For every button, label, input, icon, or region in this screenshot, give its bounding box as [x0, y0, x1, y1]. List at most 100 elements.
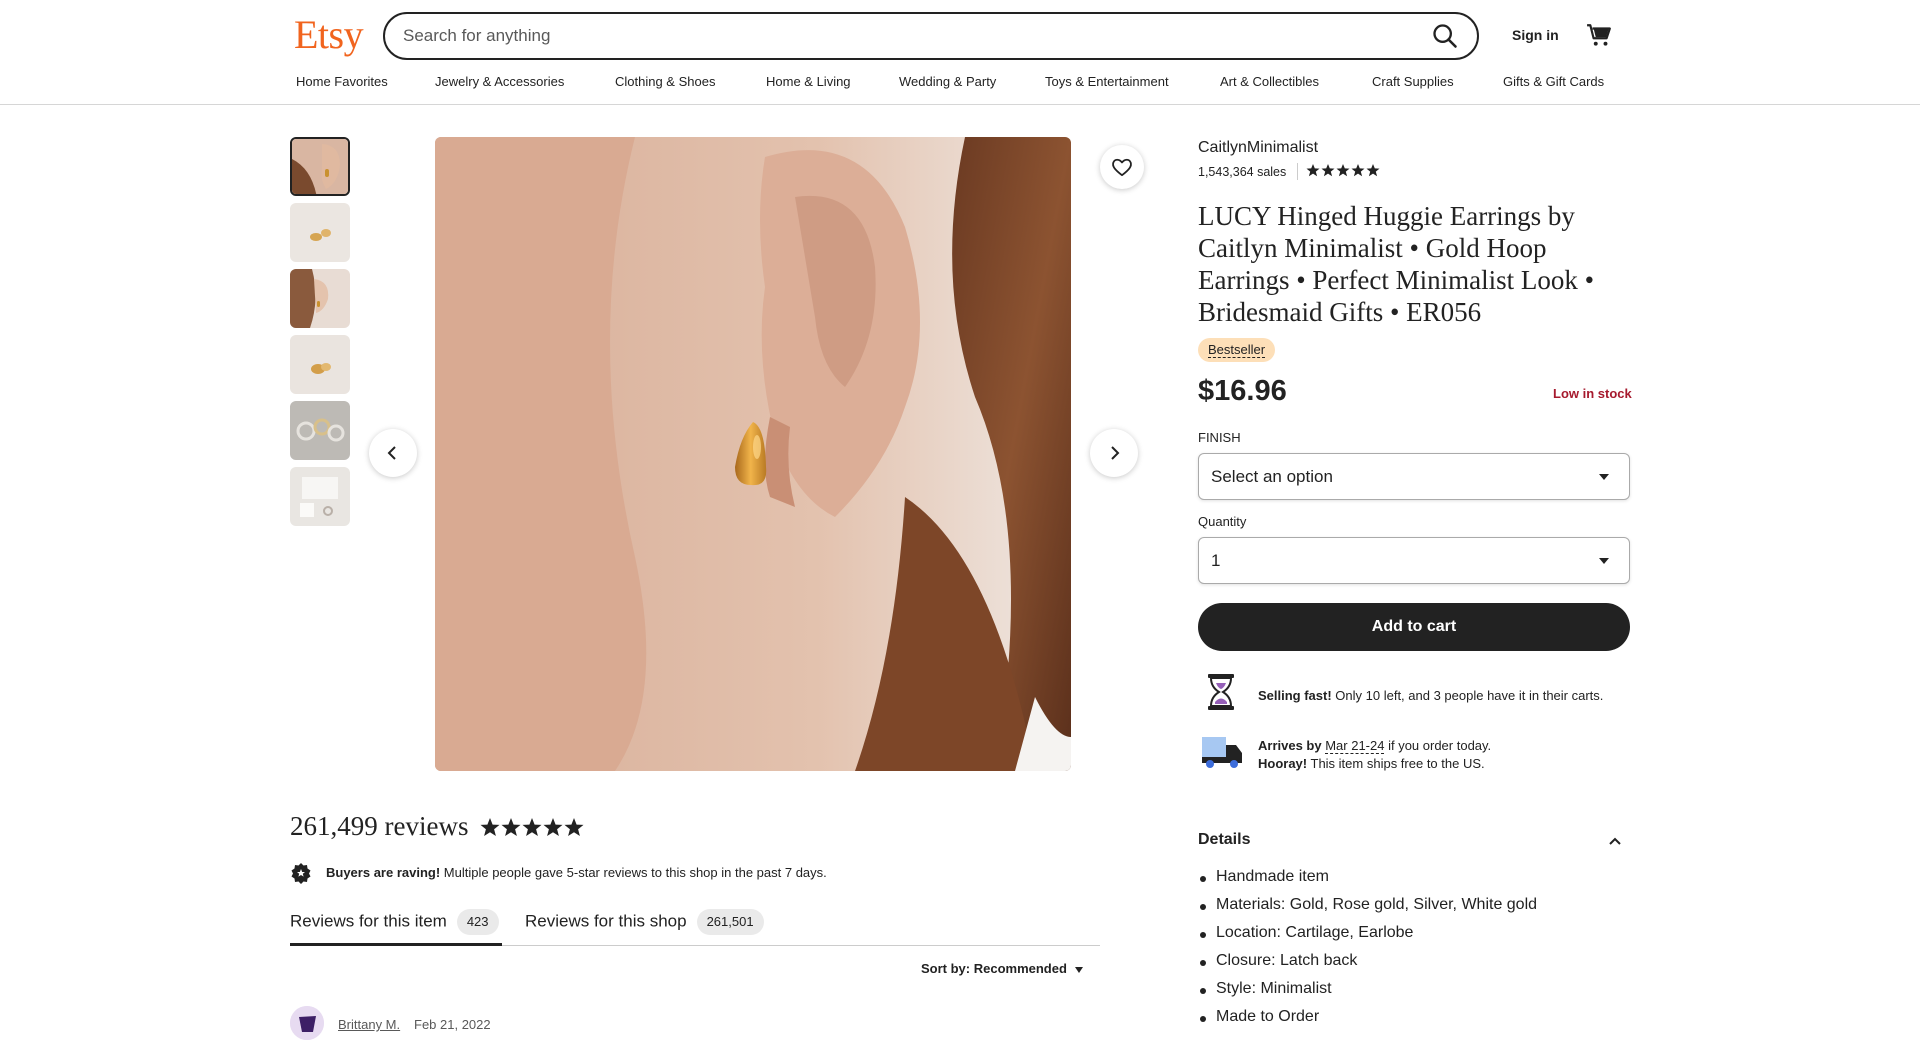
- reviewer-name-link[interactable]: Brittany M.: [338, 1017, 400, 1032]
- stock-status: Low in stock: [1553, 386, 1632, 401]
- nav-clothing-shoes[interactable]: Clothing & Shoes: [615, 74, 715, 89]
- selling-fast-text: Only 10 left, and 3 people have it in th…: [1331, 688, 1604, 703]
- raving-text: Multiple people gave 5-star reviews to t…: [440, 865, 827, 880]
- nav-craft-supplies[interactable]: Craft Supplies: [1372, 74, 1454, 89]
- delivery-truck-icon: [1202, 737, 1242, 768]
- hooray-text: This item ships free to the US.: [1307, 756, 1485, 771]
- quantity-label: Quantity: [1198, 514, 1247, 529]
- raving-badge-icon: [291, 863, 311, 884]
- detail-text: Style: Minimalist: [1216, 980, 1332, 997]
- caret-down-icon: [1074, 966, 1083, 973]
- tab-count-badge: 423: [456, 909, 499, 935]
- next-image-button[interactable]: [1090, 429, 1138, 477]
- chevron-up-icon: [1609, 837, 1621, 845]
- details-heading: Details: [1198, 831, 1251, 848]
- chevron-right-icon: [1111, 446, 1120, 460]
- arrival-date[interactable]: Mar 21-24: [1325, 738, 1385, 754]
- bullet: [1200, 932, 1206, 938]
- heart-icon: [1112, 158, 1132, 177]
- thumbnail-image: [290, 401, 350, 460]
- product-title: LUCY Hinged Huggie Earrings by Caitlyn M…: [1198, 201, 1595, 327]
- nav-toys-entertainment[interactable]: Toys & Entertainment: [1045, 74, 1169, 89]
- etsy-logo[interactable]: Etsy: [294, 11, 364, 58]
- product-price: $16.96: [1198, 375, 1287, 407]
- sign-in-link[interactable]: Sign in: [1512, 27, 1559, 43]
- caret-down-icon: [1599, 558, 1609, 564]
- thumbnail-2[interactable]: [290, 203, 350, 262]
- avatar[interactable]: [290, 1006, 324, 1040]
- nav-wedding-party[interactable]: Wedding & Party: [899, 74, 996, 89]
- bullet: [1200, 988, 1206, 994]
- star-rating-icon: [480, 818, 584, 836]
- star-rating-icon: [1306, 164, 1380, 177]
- thumbnail-image: [290, 203, 350, 262]
- avatar-image: [290, 1006, 324, 1040]
- shop-name-link[interactable]: CaitlynMinimalist: [1198, 139, 1318, 157]
- tab-count-badge: 261,501: [696, 909, 764, 935]
- tab-label: Reviews for this item: [290, 911, 447, 931]
- main-product-image: [435, 137, 1071, 771]
- nav-gifts-gift-cards[interactable]: Gifts & Gift Cards: [1503, 74, 1604, 89]
- details-toggle[interactable]: Details: [1198, 831, 1630, 851]
- sort-label: Sort by: Recommended: [921, 961, 1067, 976]
- caret-down-icon: [1599, 474, 1609, 480]
- thumbnail-image: [292, 139, 348, 194]
- detail-text: Closure: Latch back: [1216, 952, 1358, 969]
- thumbnail-5[interactable]: [290, 401, 350, 460]
- search-bar[interactable]: [383, 12, 1479, 60]
- detail-text: Materials: Gold, Rose gold, Silver, Whit…: [1216, 896, 1538, 913]
- thumbnail-image: [290, 269, 350, 328]
- previous-image-button[interactable]: [369, 429, 417, 477]
- nav-home-living[interactable]: Home & Living: [766, 74, 851, 89]
- tab-reviews-shop[interactable]: Reviews for this shop 261,501: [525, 909, 764, 935]
- cart-icon[interactable]: [1586, 22, 1612, 48]
- selling-fast-bold: Selling fast!: [1258, 688, 1332, 703]
- finish-select[interactable]: Select an option: [1198, 453, 1630, 500]
- bullet: [1200, 1016, 1206, 1022]
- review-count: 261,499 reviews: [290, 811, 469, 841]
- bestseller-badge-label: Bestseller: [1208, 342, 1266, 358]
- selling-fast-message: Selling fast! Only 10 left, and 3 people…: [1258, 688, 1603, 703]
- shop-rating-stars: [1306, 163, 1380, 179]
- chevron-left-icon: [387, 446, 396, 460]
- add-to-cart-button[interactable]: Add to cart: [1198, 603, 1630, 651]
- bullet: [1200, 904, 1206, 910]
- nav-home-favorites[interactable]: Home Favorites: [296, 74, 388, 89]
- review-rating-stars: [480, 817, 586, 839]
- thumbnail-3[interactable]: [290, 269, 350, 328]
- buyers-raving-message: Buyers are raving! Multiple people gave …: [326, 865, 827, 880]
- thumbnail-1[interactable]: [290, 137, 350, 196]
- tab-reviews-item[interactable]: Reviews for this item 423: [290, 909, 499, 935]
- free-shipping-message: Hooray! This item ships free to the US.: [1258, 756, 1485, 771]
- shop-sales-count: 1,543,364 sales: [1198, 165, 1287, 179]
- finish-select-value: Select an option: [1211, 467, 1333, 486]
- earring-photo: [435, 137, 1071, 771]
- quantity-select[interactable]: 1: [1198, 537, 1630, 584]
- nav-jewelry-accessories[interactable]: Jewelry & Accessories: [435, 74, 564, 89]
- hooray-bold: Hooray!: [1258, 756, 1308, 771]
- arrival-message: Arrives by Mar 21-24 if you order today.: [1258, 738, 1492, 754]
- bestseller-badge[interactable]: Bestseller: [1198, 338, 1276, 362]
- detail-text: Location: Cartilage, Earlobe: [1216, 924, 1414, 941]
- hourglass-icon: [1208, 674, 1234, 710]
- thumbnail-image: [290, 335, 350, 394]
- thumbnail-image: [290, 467, 350, 526]
- search-input[interactable]: [403, 14, 1403, 58]
- tab-label: Reviews for this shop: [525, 911, 687, 931]
- review-date: Feb 21, 2022: [414, 1017, 491, 1032]
- quantity-select-value: 1: [1211, 551, 1221, 570]
- raving-bold: Buyers are raving!: [326, 865, 441, 880]
- active-tab-indicator: [290, 943, 502, 946]
- thumbnail-6[interactable]: [290, 467, 350, 526]
- bullet: [1200, 960, 1206, 966]
- detail-text: Made to Order: [1216, 1008, 1320, 1025]
- nav-art-collectibles[interactable]: Art & Collectibles: [1220, 74, 1319, 89]
- thumbnail-4[interactable]: [290, 335, 350, 394]
- sort-dropdown[interactable]: Sort by: Recommended: [921, 961, 1083, 976]
- search-icon[interactable]: [1431, 22, 1459, 50]
- favorite-button[interactable]: [1100, 145, 1144, 189]
- divider: [1297, 163, 1298, 180]
- bullet: [1200, 876, 1206, 882]
- detail-text: Handmade item: [1216, 868, 1329, 885]
- arrives-text: if you order today.: [1384, 738, 1492, 753]
